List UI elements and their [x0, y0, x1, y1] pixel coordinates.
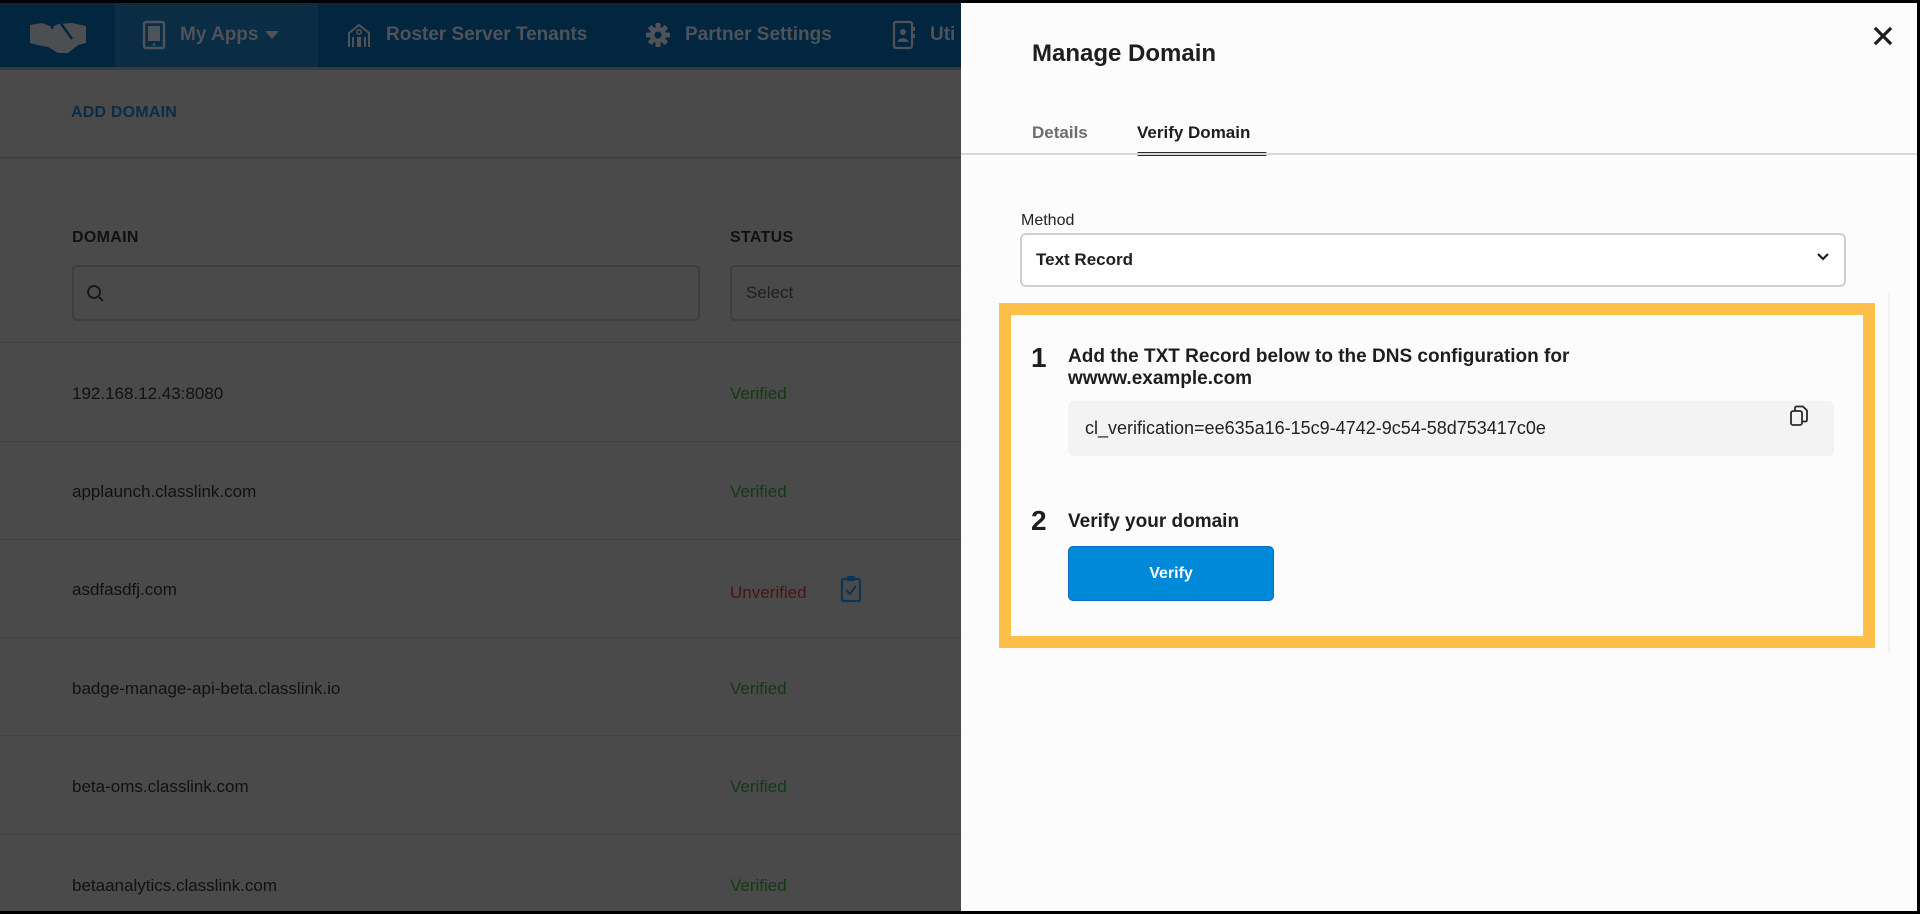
manage-domain-panel: Manage Domain Details Verify Domain Meth… [961, 3, 1917, 911]
row-status: Verified [730, 777, 787, 796]
chevron-down-icon [1817, 253, 1829, 261]
verification-steps-callout: 1 Add the TXT Record below to the DNS co… [999, 303, 1875, 648]
method-select[interactable]: Text Record [1020, 233, 1846, 287]
add-domain-button[interactable]: ADD DOMAIN [71, 104, 177, 122]
gear-icon [646, 23, 670, 47]
txt-record-box: cl_verification=ee635a16-15c9-4742-9c54-… [1068, 401, 1834, 456]
column-header-domain: DOMAIN [72, 229, 139, 246]
panel-scrollbar[interactable] [1888, 293, 1890, 653]
status-filter-select[interactable]: Select [730, 265, 990, 321]
row-domain: 192.168.12.43:8080 [72, 384, 224, 403]
row-domain: asdfasdfj.com [72, 580, 177, 599]
row-domain: badge-manage-api-beta.classlink.io [72, 679, 341, 698]
step-2-text: Verify your domain [1068, 511, 1240, 532]
nav-item-label: Partner Settings [685, 24, 832, 45]
nav-item-label: Uti [930, 24, 956, 45]
search-icon [87, 285, 104, 302]
step-1-text: Add the TXT Record below to the DNS conf… [1068, 346, 1570, 367]
method-select-value: Text Record [1036, 250, 1133, 269]
tabs-divider [961, 153, 1917, 155]
contact-book-icon [892, 20, 915, 50]
tablet-icon [142, 20, 166, 50]
close-icon[interactable] [1872, 25, 1894, 47]
row-status: Verified [730, 876, 787, 895]
step-1-instructions: Add the TXT Record below to the DNS conf… [1068, 346, 1569, 390]
nav-item-my-apps[interactable]: My Apps [142, 3, 280, 67]
row-status: Verified [730, 679, 787, 698]
row-status: Verified [730, 384, 787, 403]
building-icon [348, 23, 370, 47]
nav-item-label: Roster Server Tenants [386, 24, 588, 45]
method-label: Method [1021, 212, 1075, 229]
verify-button[interactable]: Verify [1068, 546, 1274, 601]
clipboard-check-icon[interactable] [840, 575, 862, 603]
app-window: My Apps Roster Server Tenants Partner Se… [0, 3, 1917, 911]
nav-item-partner-settings[interactable]: Partner Settings [645, 3, 832, 67]
tab-verify-domain[interactable]: Verify Domain [1137, 123, 1250, 143]
row-domain: beta-oms.classlink.com [72, 777, 249, 796]
nav-item-utilities[interactable]: Uti [892, 3, 955, 67]
nav-item-roster-server-tenants[interactable]: Roster Server Tenants [346, 3, 587, 67]
step-number: 2 [1031, 505, 1047, 536]
panel-title: Manage Domain [1032, 40, 1217, 67]
tab-details[interactable]: Details [1032, 123, 1088, 143]
step-1-domain: wwww.example.com [1068, 368, 1253, 389]
column-header-status: STATUS [730, 229, 794, 246]
row-status: Unverified [730, 583, 807, 602]
row-domain: betaanalytics.classlink.com [72, 876, 278, 895]
nav-item-label: My Apps [180, 24, 259, 45]
handshake-icon[interactable] [28, 15, 88, 55]
row-status: Verified [730, 482, 787, 501]
caret-down-icon [265, 31, 280, 39]
row-domain: applaunch.classlink.com [72, 482, 257, 501]
panel-tabs: Details Verify Domain [961, 118, 1917, 156]
domain-search-input[interactable] [72, 265, 700, 321]
copy-icon[interactable] [1789, 405, 1809, 427]
step-number: 1 [1031, 342, 1047, 373]
txt-record-value[interactable]: cl_verification=ee635a16-15c9-4742-9c54-… [1085, 418, 1546, 439]
